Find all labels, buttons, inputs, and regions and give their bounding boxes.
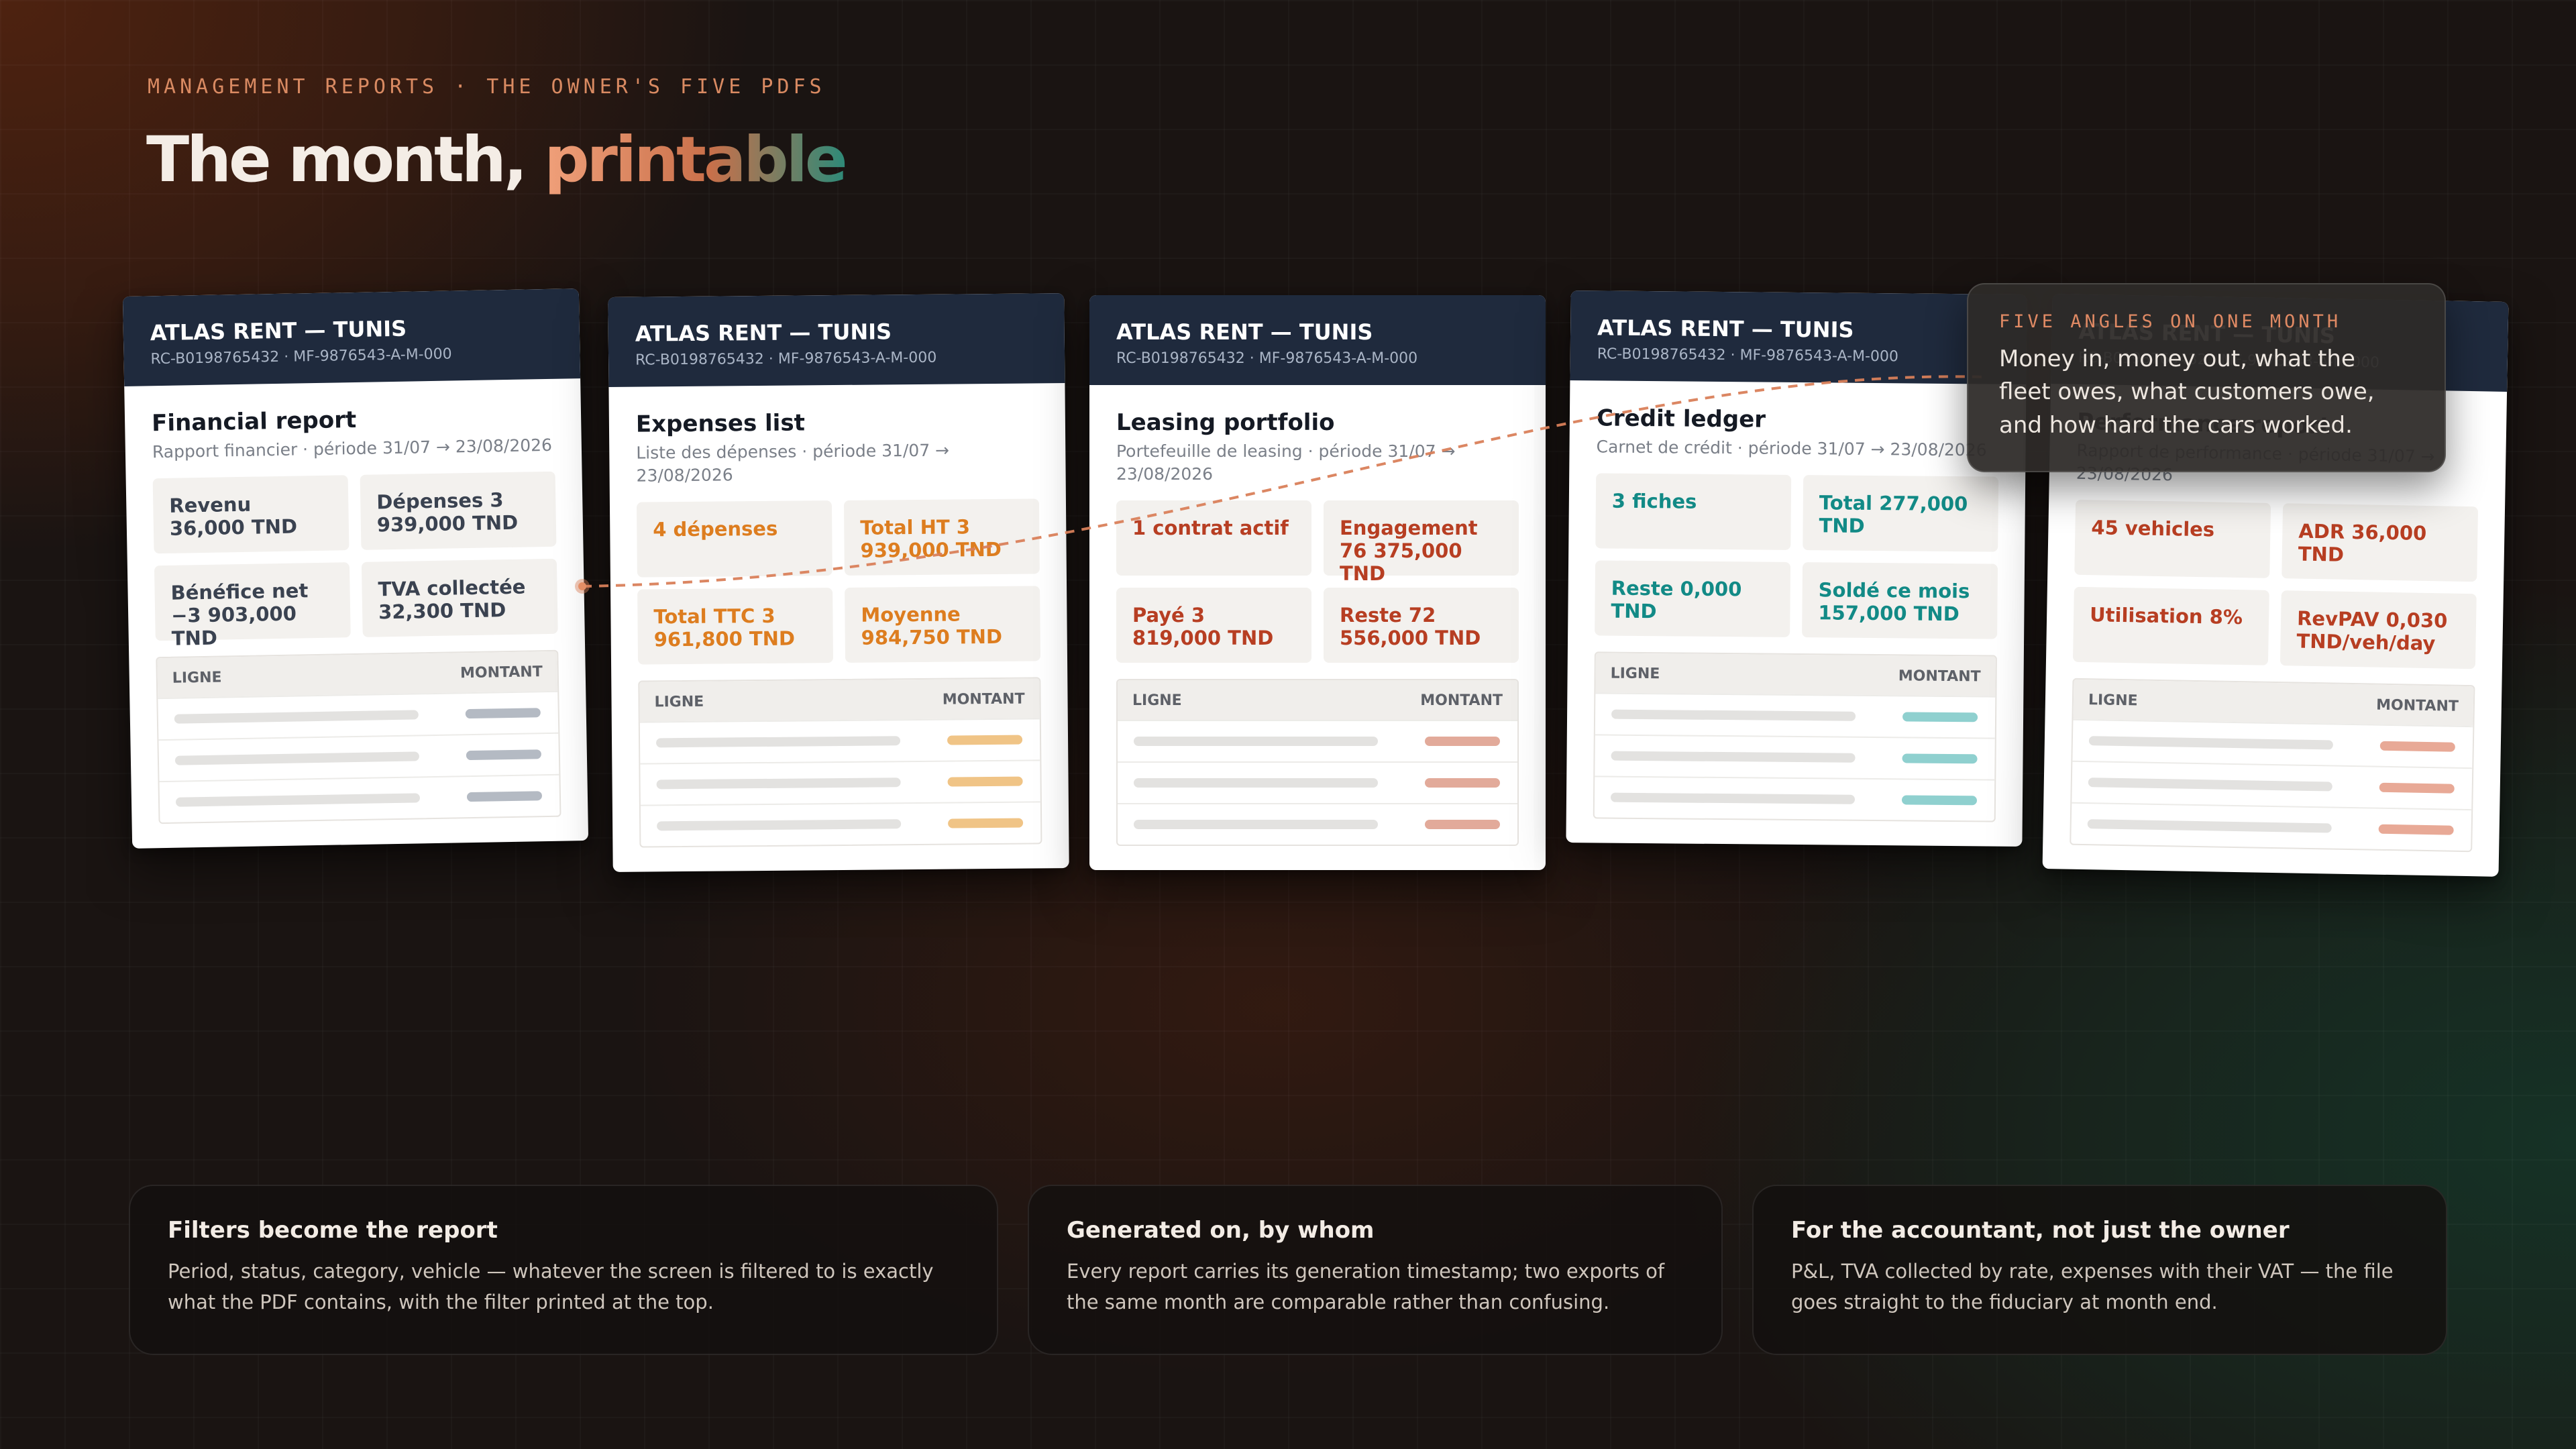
tooltip-text: Money in, money out, what the fleet owes… bbox=[1999, 345, 2375, 439]
feature-text: Every report carries its generation time… bbox=[1067, 1260, 1665, 1314]
feature-card-filters: Filters become the report Period, status… bbox=[129, 1185, 998, 1355]
feature-card-generated: Generated on, by whom Every report carri… bbox=[1028, 1185, 1723, 1355]
feature-text: P&L, TVA collected by rate, expenses wit… bbox=[1791, 1260, 2394, 1314]
feature-text: Period, status, category, vehicle — what… bbox=[168, 1260, 934, 1314]
feature-title: Generated on, by whom bbox=[1067, 1217, 1375, 1244]
feature-card-accountant: For the accountant, not just the owner P… bbox=[1752, 1185, 2447, 1355]
callout-tooltip: FIVE ANGLES ON ONE MONTH Money in, money… bbox=[1967, 283, 2446, 472]
feature-title: For the accountant, not just the owner bbox=[1791, 1217, 2290, 1244]
feature-title: Filters become the report bbox=[168, 1217, 498, 1244]
tooltip-label: FIVE ANGLES ON ONE MONTH bbox=[1999, 311, 2342, 332]
